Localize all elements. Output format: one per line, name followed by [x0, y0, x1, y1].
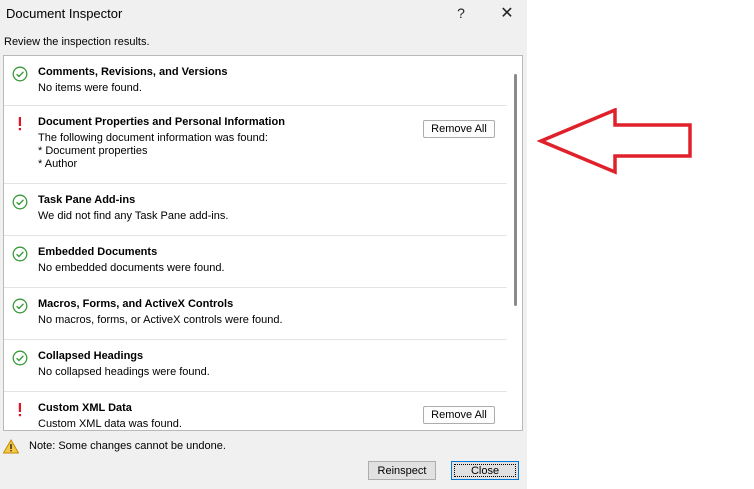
result-description: We did not find any Task Pane add-ins.: [38, 210, 228, 223]
result-row: Embedded Documents No embedded documents …: [4, 236, 507, 288]
result-title: Task Pane Add-ins: [38, 194, 136, 206]
result-title: Custom XML Data: [38, 402, 132, 414]
exclamation-icon: [18, 117, 21, 131]
help-button[interactable]: ?: [446, 2, 476, 24]
check-circle-icon: [12, 350, 28, 366]
result-description: No items were found.: [38, 82, 142, 95]
result-description-line: No macros, forms, or ActiveX controls we…: [38, 314, 283, 326]
check-circle-icon: [12, 194, 28, 210]
result-description: No macros, forms, or ActiveX controls we…: [38, 314, 283, 327]
result-description-line: * Author: [38, 158, 78, 170]
result-title: Embedded Documents: [38, 246, 158, 258]
reinspect-button[interactable]: Reinspect: [368, 461, 436, 480]
result-description-line: We did not find any Task Pane add-ins.: [38, 210, 229, 222]
exclamation-icon: [18, 403, 21, 417]
result-row: Collapsed Headings No collapsed headings …: [4, 340, 507, 392]
result-title: Macros, Forms, and ActiveX Controls: [38, 298, 234, 310]
result-title: Comments, Revisions, and Versions: [38, 66, 228, 78]
result-description-line: Custom XML data was found.: [38, 418, 182, 430]
warning-icon: [3, 439, 19, 454]
check-circle-icon: [12, 298, 28, 314]
result-row: Custom XML Data Custom XML data was found…: [4, 392, 507, 430]
results-panel: Comments, Revisions, and Versions No item…: [3, 55, 523, 431]
result-row: Comments, Revisions, and Versions No item…: [4, 56, 507, 106]
instructions-text: Review the inspection results.: [4, 36, 150, 48]
result-row: Document Properties and Personal Informa…: [4, 106, 507, 184]
result-description-line: No collapsed headings were found.: [38, 366, 210, 378]
result-description: Custom XML data was found.: [38, 418, 182, 430]
result-description-line: No embedded documents were found.: [38, 262, 225, 274]
close-window-button[interactable]: ✕: [492, 2, 522, 24]
document-inspector-dialog: Document Inspector ? ✕ Review the inspec…: [0, 0, 527, 489]
result-description: The following document information was f…: [38, 132, 268, 171]
result-title: Collapsed Headings: [38, 350, 144, 362]
result-row: Macros, Forms, and ActiveX Controls No ma…: [4, 288, 507, 340]
close-button[interactable]: Close: [451, 461, 519, 480]
result-description-line: No items were found.: [38, 82, 142, 94]
remove-all-button[interactable]: Remove All: [423, 120, 495, 138]
result-description: No collapsed headings were found.: [38, 366, 210, 379]
title-bar: Document Inspector ? ✕: [0, 0, 527, 26]
note-text: Note: Some changes cannot be undone.: [29, 440, 226, 452]
result-title: Document Properties and Personal Informa…: [38, 116, 285, 128]
scrollbar-thumb[interactable]: [514, 74, 517, 306]
result-row: Task Pane Add-ins We did not find any Tas…: [4, 184, 507, 236]
check-circle-icon: [12, 66, 28, 82]
result-description: No embedded documents were found.: [38, 262, 225, 275]
check-circle-icon: [12, 246, 28, 262]
result-description-line: The following document information was f…: [38, 132, 268, 144]
vertical-scrollbar[interactable]: [509, 56, 522, 430]
red-arrow-annotation: [537, 108, 692, 175]
window-title: Document Inspector: [6, 6, 123, 21]
result-description-line: * Document properties: [38, 145, 148, 157]
remove-all-button[interactable]: Remove All: [423, 406, 495, 424]
results-list: Comments, Revisions, and Versions No item…: [4, 56, 509, 430]
